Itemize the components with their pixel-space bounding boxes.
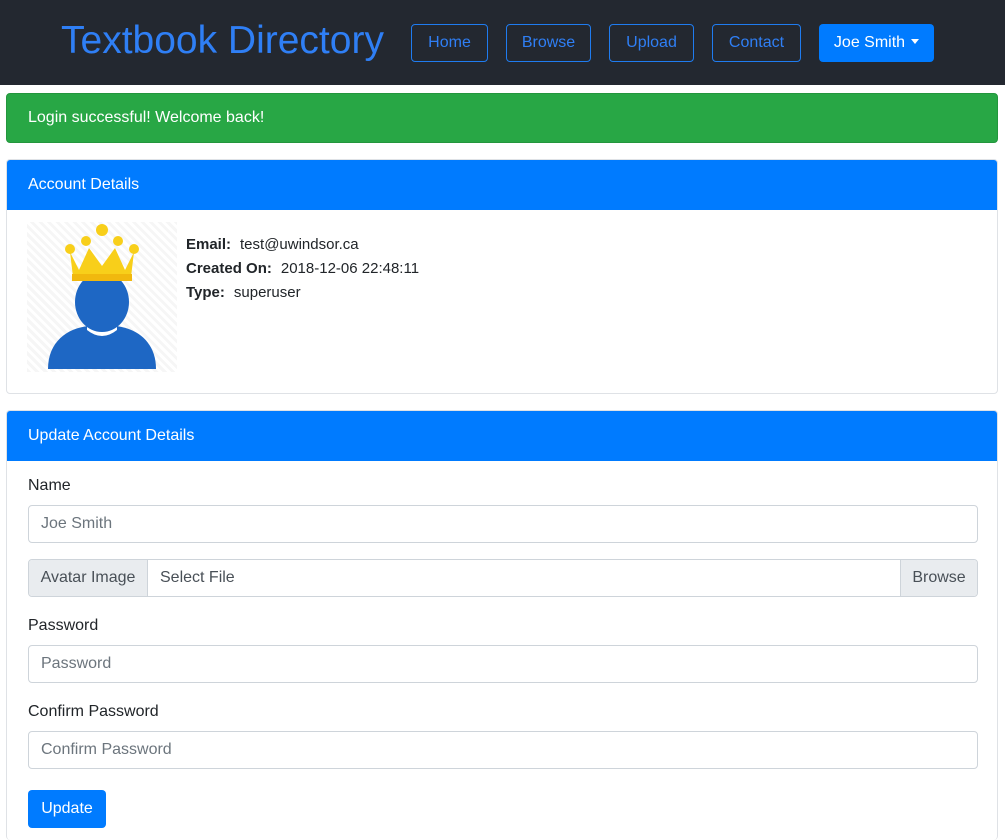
nav-upload-link[interactable]: Upload [609, 24, 694, 62]
update-button[interactable]: Update [28, 790, 106, 828]
created-row: Created On: 2018-12-06 22:48:11 [186, 257, 419, 281]
nav-contact-link[interactable]: Contact [712, 24, 801, 62]
caret-down-icon [911, 38, 920, 44]
navbar: Textbook Directory Home Browse Upload Co… [0, 0, 1005, 85]
brand-title[interactable]: Textbook Directory [61, 16, 384, 66]
account-details-title: Account Details [28, 176, 140, 193]
nav-home-link[interactable]: Home [411, 24, 488, 62]
user-menu-button[interactable]: Joe Smith [819, 24, 934, 62]
update-account-header: Update Account Details [7, 411, 997, 461]
created-label: Created On: [186, 260, 272, 277]
avatar-image-addon: Avatar Image [29, 560, 148, 596]
avatar-file-input[interactable]: Avatar Image Select File Browse [28, 559, 978, 597]
account-info: Email: test@uwindsor.ca Created On: 2018… [186, 233, 419, 305]
type-label: Type: [186, 284, 225, 301]
update-account-card: Update Account Details Name Joe Smith Av… [6, 410, 998, 840]
alert-text: Login successful! Welcome back! [28, 109, 265, 126]
email-value: test@uwindsor.ca [240, 236, 359, 253]
password-label: Password [28, 617, 99, 634]
account-details-header: Account Details [7, 160, 997, 210]
login-success-alert: Login successful! Welcome back! [6, 93, 998, 143]
type-value: superuser [233, 284, 301, 301]
type-row: Type: superuser [186, 281, 419, 305]
name-label: Name [28, 477, 71, 494]
nav-browse-link[interactable]: Browse [506, 24, 591, 62]
account-details-card: Account Details Email: test@uwindsor.ca … [6, 159, 998, 394]
superuser-avatar-icon [27, 222, 177, 372]
select-file-field[interactable]: Select File [148, 560, 900, 596]
user-menu-label: Joe Smith [833, 34, 906, 51]
created-value: 2018-12-06 22:48:11 [280, 260, 420, 277]
confirm-password-label: Confirm Password [28, 703, 159, 720]
update-account-title: Update Account Details [28, 427, 195, 444]
browse-button[interactable]: Browse [900, 560, 977, 596]
password-input[interactable]: Password [28, 645, 978, 683]
email-row: Email: test@uwindsor.ca [186, 233, 419, 257]
name-input[interactable]: Joe Smith [28, 505, 978, 543]
confirm-password-input[interactable]: Confirm Password [28, 731, 978, 769]
email-label: Email: [186, 236, 232, 253]
